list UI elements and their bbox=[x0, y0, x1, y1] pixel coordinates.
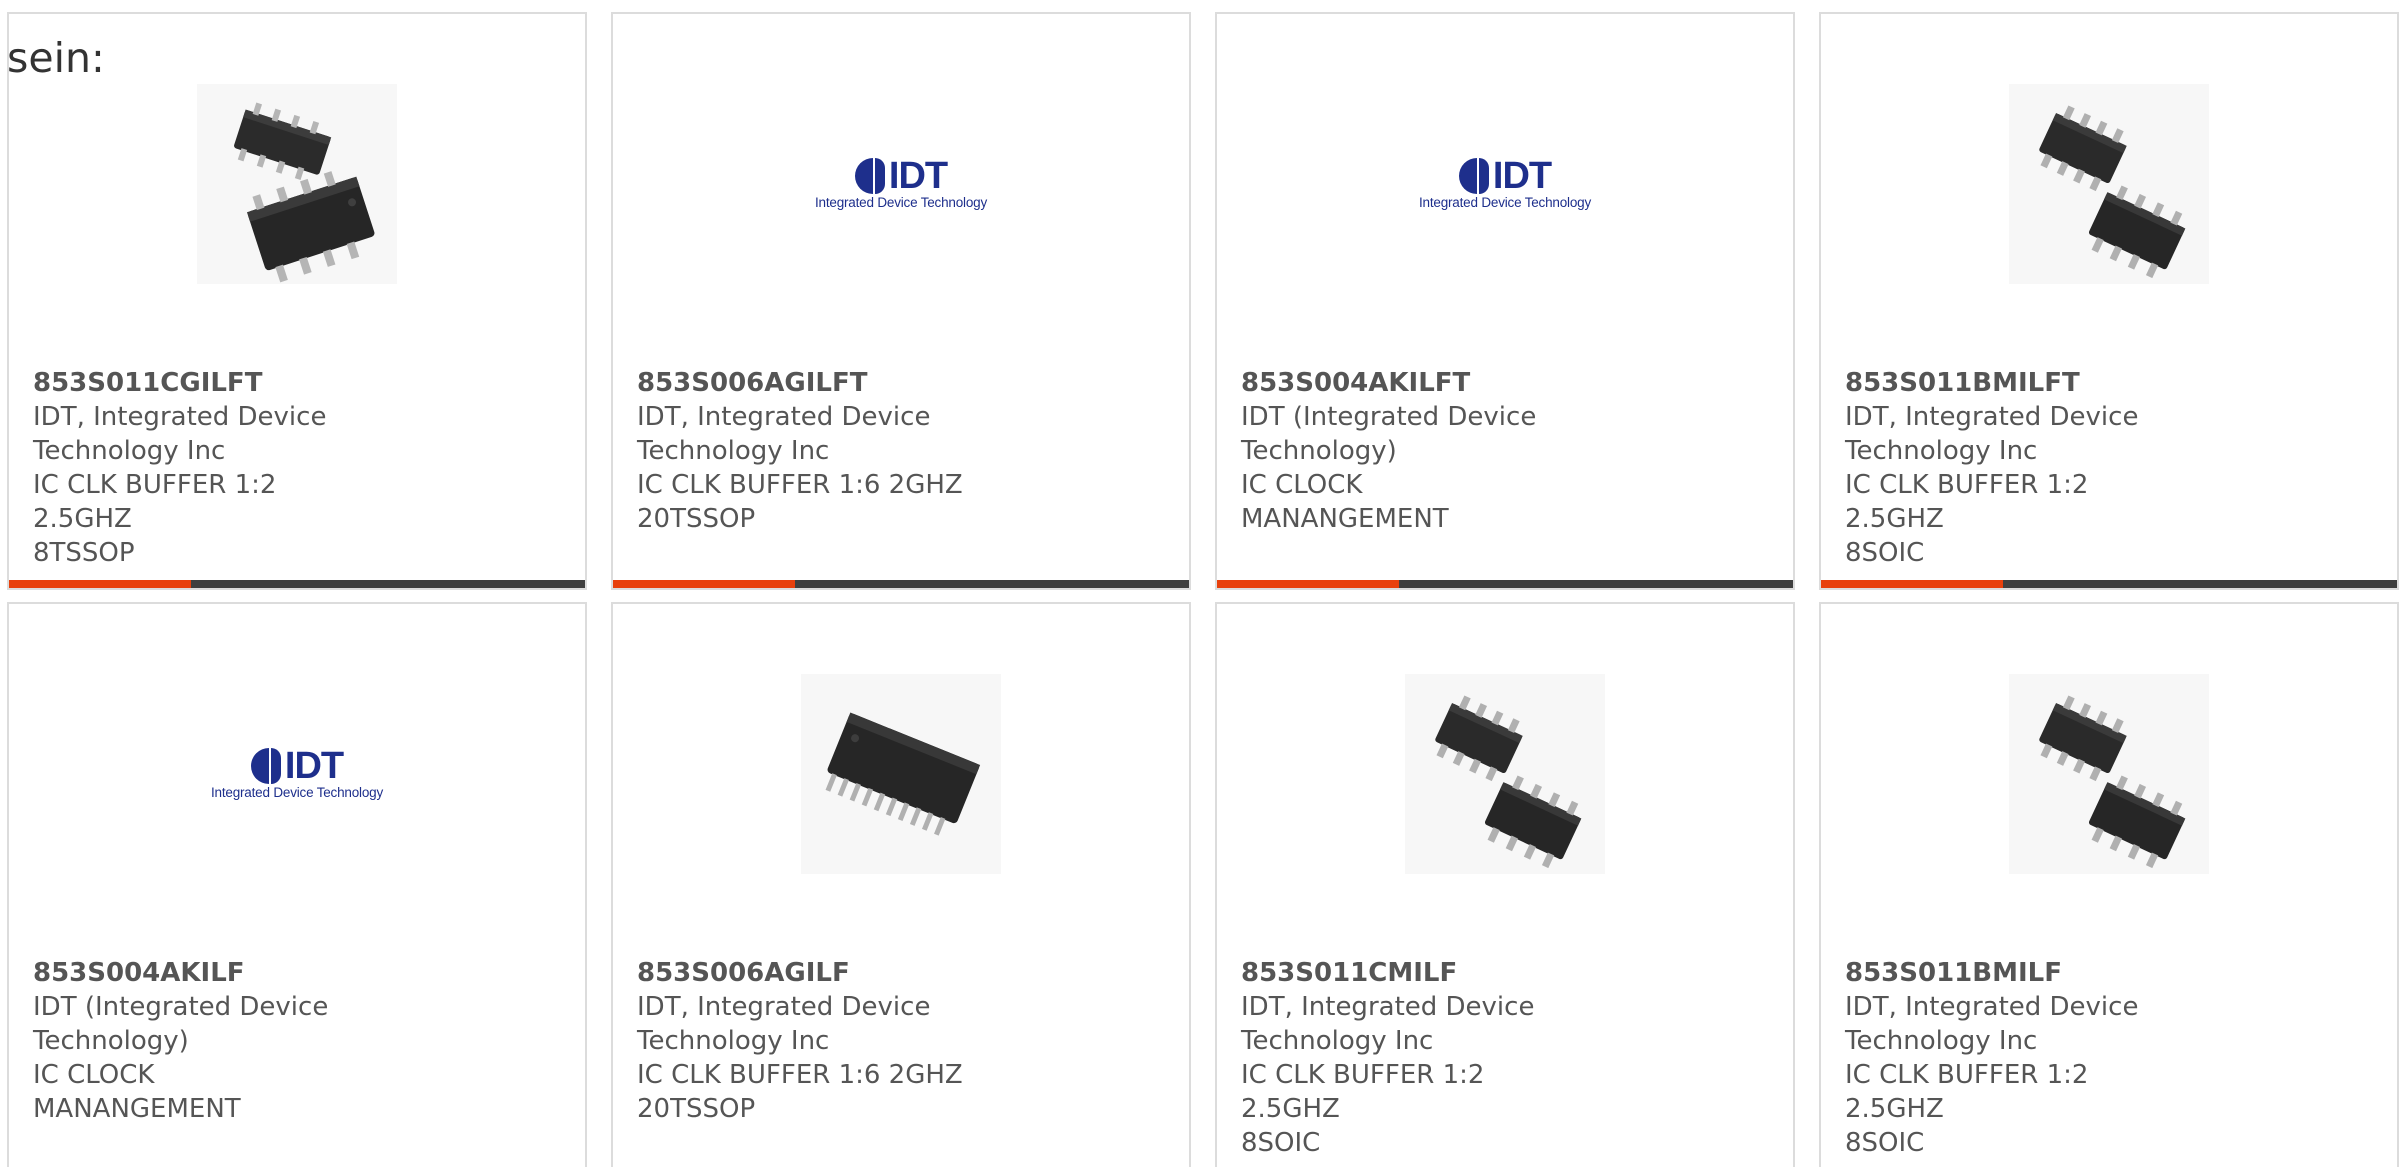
manufacturer: IDT, Integrated Device Technology Inc bbox=[637, 402, 931, 466]
part-number-link[interactable]: 853S004AKILF bbox=[33, 956, 561, 990]
product-card[interactable]: IDT Integrated Device Technology 853S004… bbox=[1215, 12, 1795, 590]
product-card[interactable]: 853S011BMILF IDT, Integrated Device Techn… bbox=[1819, 602, 2399, 1167]
card-bottom-bar bbox=[1217, 580, 1793, 588]
product-grid: 853S011CGILFT IDT, Integrated Device Tech… bbox=[0, 0, 2400, 1167]
manufacturer: IDT, Integrated Device Technology Inc bbox=[33, 402, 327, 466]
soic-8-chip-icon[interactable] bbox=[2009, 84, 2209, 284]
product-card[interactable]: 853S006AGILF IDT, Integrated Device Techn… bbox=[611, 602, 1191, 1167]
card-bottom-bar bbox=[1821, 580, 2397, 588]
idt-logo[interactable]: IDT Integrated Device Technology bbox=[197, 674, 397, 874]
product-card[interactable]: 853S011BMILFT IDT, Integrated Device Tech… bbox=[1819, 12, 2399, 590]
idt-logo[interactable]: IDT Integrated Device Technology bbox=[801, 84, 1001, 284]
part-number-link[interactable]: 853S006AGILFT bbox=[637, 366, 1165, 400]
description: IC CLOCK MANANGEMENT bbox=[1241, 470, 1449, 534]
manufacturer: IDT, Integrated Device Technology Inc bbox=[1241, 992, 1535, 1056]
product-info: 853S006AGILF IDT, Integrated Device Techn… bbox=[637, 956, 1165, 1126]
soic-8-chip-icon[interactable] bbox=[2009, 674, 2209, 874]
manufacturer: IDT (Integrated Device Technology) bbox=[1241, 402, 1537, 466]
part-number-link[interactable]: 853S011CGILFT bbox=[33, 366, 561, 400]
manufacturer: IDT, Integrated Device Technology Inc bbox=[1845, 992, 2139, 1056]
tssop-20-chip-icon[interactable] bbox=[801, 674, 1001, 874]
product-info: 853S004AKILF IDT (Integrated Device Techn… bbox=[33, 956, 561, 1126]
part-number-link[interactable]: 853S006AGILF bbox=[637, 956, 1165, 990]
manufacturer: IDT, Integrated Device Technology Inc bbox=[637, 992, 931, 1056]
card-bottom-bar bbox=[613, 580, 1189, 588]
product-info: 853S011BMILFT IDT, Integrated Device Tech… bbox=[1845, 366, 2373, 570]
product-card[interactable]: IDT Integrated Device Technology 853S004… bbox=[7, 602, 587, 1167]
idt-logo[interactable]: IDT Integrated Device Technology bbox=[1405, 84, 1605, 284]
description: IC CLK BUFFER 1:2 2.5GHZ 8SOIC bbox=[1241, 1060, 1485, 1158]
description: IC CLK BUFFER 1:6 2GHZ 20TSSOP bbox=[637, 470, 963, 534]
description: IC CLOCK MANANGEMENT bbox=[33, 1060, 241, 1124]
card-bottom-bar bbox=[9, 580, 585, 588]
product-card[interactable]: 853S011CMILF IDT, Integrated Device Techn… bbox=[1215, 602, 1795, 1167]
intro-text: sein: bbox=[7, 34, 105, 82]
part-number-link[interactable]: 853S004AKILFT bbox=[1241, 366, 1769, 400]
description: IC CLK BUFFER 1:2 2.5GHZ 8SOIC bbox=[1845, 470, 2089, 568]
product-info: 853S011CMILF IDT, Integrated Device Techn… bbox=[1241, 956, 1769, 1160]
manufacturer: IDT (Integrated Device Technology) bbox=[33, 992, 329, 1056]
description: IC CLK BUFFER 1:6 2GHZ 20TSSOP bbox=[637, 1060, 963, 1124]
product-info: 853S011CGILFT IDT, Integrated Device Tech… bbox=[33, 366, 561, 570]
product-info: 853S004AKILFT IDT (Integrated Device Tech… bbox=[1241, 366, 1769, 536]
tssop-8-chip-icon[interactable] bbox=[197, 84, 397, 284]
product-card[interactable]: 853S011CGILFT IDT, Integrated Device Tech… bbox=[7, 12, 587, 590]
part-number-link[interactable]: 853S011CMILF bbox=[1241, 956, 1769, 990]
product-card[interactable]: IDT Integrated Device Technology 853S006… bbox=[611, 12, 1191, 590]
description: IC CLK BUFFER 1:2 2.5GHZ 8TSSOP bbox=[33, 470, 277, 568]
manufacturer: IDT, Integrated Device Technology Inc bbox=[1845, 402, 2139, 466]
product-info: 853S006AGILFT IDT, Integrated Device Tech… bbox=[637, 366, 1165, 536]
soic-8-chip-icon[interactable] bbox=[1405, 674, 1605, 874]
part-number-link[interactable]: 853S011BMILF bbox=[1845, 956, 2373, 990]
product-info: 853S011BMILF IDT, Integrated Device Techn… bbox=[1845, 956, 2373, 1160]
part-number-link[interactable]: 853S011BMILFT bbox=[1845, 366, 2373, 400]
description: IC CLK BUFFER 1:2 2.5GHZ 8SOIC bbox=[1845, 1060, 2089, 1158]
